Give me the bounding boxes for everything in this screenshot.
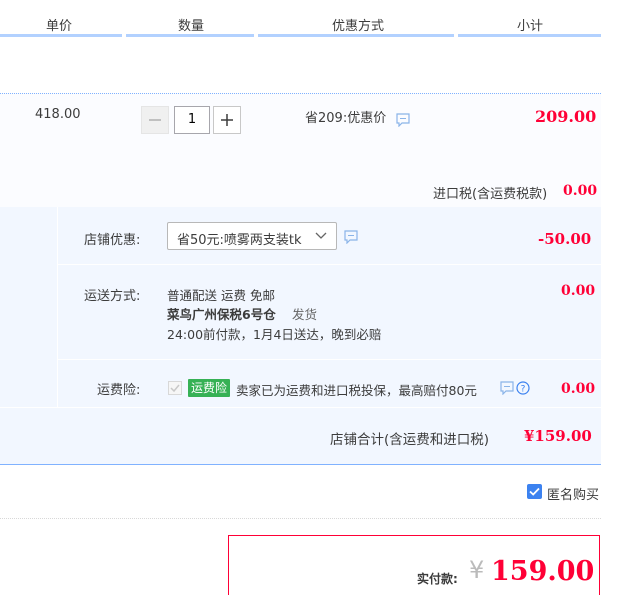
chat-bubble-icon[interactable]: [344, 230, 358, 244]
header-underline: [458, 34, 601, 37]
payment-summary-box: 实付款: ¥ 159.00: [228, 535, 600, 595]
quantity-increase-button[interactable]: [213, 106, 241, 134]
item-discount-text: 省209:优惠价: [305, 111, 387, 126]
shop-coupon-value: -50.00: [538, 230, 592, 248]
chevron-down-icon: [315, 232, 327, 239]
header-underline: [258, 34, 454, 37]
quantity-decrease-button[interactable]: [141, 106, 169, 134]
row-divider: [0, 407, 601, 408]
insurance-checkbox[interactable]: [168, 381, 182, 395]
pay-currency: ¥: [469, 556, 485, 584]
header-price: 单价: [46, 19, 73, 34]
header-underline: [0, 34, 122, 37]
shipping-delivery-note: 24:00前付款，1月4日送达，晚到必赔: [167, 327, 382, 342]
shipping-label: 运送方式:: [84, 289, 141, 304]
insurance-tag: 运费险: [188, 379, 231, 397]
shop-total-label: 店铺合计(含运费和进口税): [330, 432, 490, 448]
import-tax-label: 进口税(含运费税款): [433, 187, 548, 202]
chat-bubble-icon[interactable]: [396, 113, 410, 127]
anonymous-label[interactable]: 匿名购买: [547, 484, 599, 503]
item-unit-price: 418.00: [35, 107, 81, 122]
header-discount: 优惠方式: [332, 19, 385, 34]
shop-coupon-label: 店铺优惠:: [84, 233, 141, 248]
check-icon: [170, 384, 180, 393]
shipping-method: 普通配送 运费 免邮: [167, 288, 275, 303]
anonymous-checkbox[interactable]: [527, 484, 542, 499]
import-tax-value: 0.00: [563, 183, 598, 199]
check-icon: [529, 487, 540, 496]
row-divider: [57, 264, 601, 265]
shipping-ship-word: 发货: [292, 307, 318, 322]
svg-text:?: ?: [521, 385, 526, 395]
plus-icon: [221, 114, 233, 126]
pay-label: 实付款:: [417, 572, 458, 586]
insurance-value: 0.00: [561, 381, 596, 397]
help-icon[interactable]: ?: [516, 381, 530, 395]
header-subtotal: 小计: [517, 19, 544, 34]
insurance-label: 运费险:: [97, 383, 141, 398]
chat-bubble-icon[interactable]: [500, 381, 514, 395]
quantity-input[interactable]: 1: [174, 106, 210, 134]
shipping-warehouse: 菜鸟广州保税6号仓: [167, 307, 276, 322]
separator: [0, 518, 601, 519]
insurance-description: 卖家已为运费和进口税投保，最高赔付80元: [236, 383, 477, 398]
header-quantity: 数量: [178, 19, 205, 34]
row-divider: [57, 359, 601, 360]
shop-total-value: ¥159.00: [524, 427, 592, 445]
pay-amount: 159.00: [491, 556, 595, 587]
shop-bottom-line: [0, 464, 601, 465]
header-underline: [126, 34, 254, 37]
shop-coupon-select[interactable]: 省50元:喷雾两支装tk: [167, 222, 337, 250]
shop-coupon-selected: 省50元:喷雾两支装tk: [177, 233, 302, 248]
shipping-value: 0.00: [561, 283, 596, 299]
shop-divider: [57, 207, 58, 408]
minus-icon: [149, 119, 161, 121]
item-subtotal: 209.00: [535, 107, 597, 126]
